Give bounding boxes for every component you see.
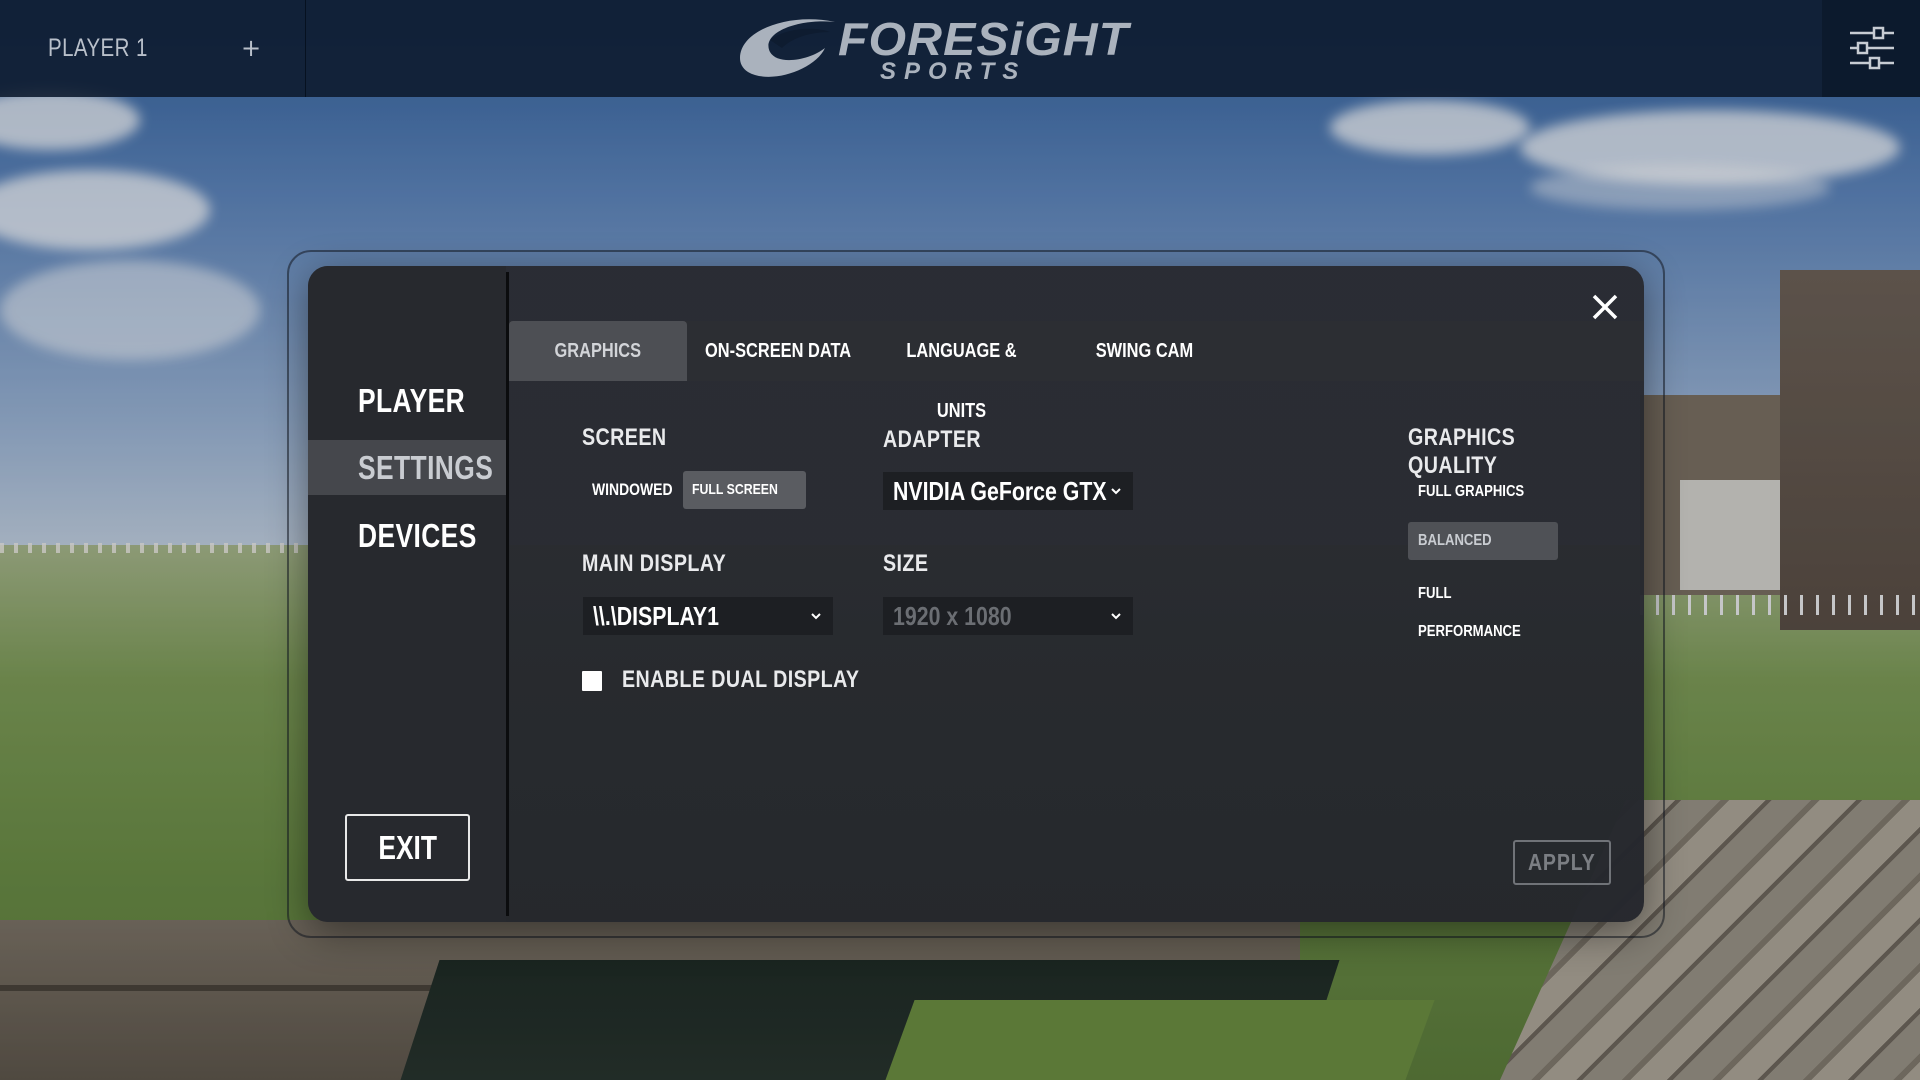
- tab-label: SWING CAM: [1095, 340, 1194, 362]
- exit-label: EXIT: [378, 829, 437, 866]
- dual-display-checkbox[interactable]: [582, 671, 602, 691]
- tab-label: ON-SCREEN DATA: [705, 340, 852, 362]
- tab-bar: GRAPHICS ON-SCREEN DATA LANGUAGE & UNITS…: [509, 321, 1644, 422]
- add-player-button[interactable]: +: [240, 33, 262, 63]
- adapter-label: ADAPTER: [883, 426, 982, 453]
- nav-item-label: PLAYER: [358, 382, 466, 419]
- sliders-icon: [1850, 26, 1894, 70]
- quality-option-full-graphics[interactable]: FULL GRAPHICS: [1408, 473, 1558, 511]
- close-button[interactable]: [1588, 290, 1622, 324]
- player-name: PLAYER 1: [48, 34, 148, 62]
- chevron-down-icon: [1111, 613, 1121, 620]
- tab-label: LANGUAGE & UNITS: [906, 340, 1017, 422]
- graphics-quality-label: GRAPHICS QUALITY: [1408, 424, 1516, 479]
- nav-item-label: SETTINGS: [358, 449, 494, 486]
- size-label: SIZE: [883, 550, 929, 577]
- apply-button[interactable]: APPLY: [1513, 840, 1611, 885]
- dual-display-label: ENABLE DUAL DISPLAY: [622, 666, 860, 693]
- screen-label: SCREEN: [582, 424, 667, 451]
- main-display-label: MAIN DISPLAY: [582, 550, 727, 577]
- main-display-value: \\.\DISPLAY1: [593, 601, 719, 631]
- logo-swirl-icon: [740, 19, 835, 77]
- tab-graphics[interactable]: GRAPHICS: [509, 321, 687, 381]
- exit-button[interactable]: EXIT: [345, 814, 470, 881]
- main-display-dropdown[interactable]: \\.\DISPLAY1: [583, 597, 833, 635]
- nav-item-settings[interactable]: SETTINGS: [308, 440, 506, 495]
- screen-option-windowed[interactable]: WINDOWED: [583, 471, 699, 509]
- side-nav: PLAYER SETTINGS DEVICES EXIT: [308, 266, 506, 922]
- tab-on-screen-data[interactable]: ON-SCREEN DATA: [687, 321, 870, 381]
- player-tab[interactable]: PLAYER 1 +: [0, 0, 306, 97]
- size-dropdown[interactable]: 1920 x 1080: [883, 597, 1133, 635]
- foresight-sports-logo: FORESiGHT SPORTS: [730, 10, 1180, 85]
- chevron-down-icon: [811, 613, 821, 620]
- settings-dialog: PLAYER SETTINGS DEVICES EXIT GRAPHICS ON…: [308, 266, 1644, 922]
- close-icon: [1592, 294, 1618, 320]
- screen-option-full-screen[interactable]: FULL SCREEN: [683, 471, 806, 509]
- quality-option-full-performance[interactable]: FULL PERFORMANCE: [1408, 575, 1558, 640]
- nav-item-player[interactable]: PLAYER: [308, 373, 506, 428]
- nav-item-devices[interactable]: DEVICES: [308, 508, 506, 563]
- quality-option-balanced[interactable]: BALANCED: [1408, 522, 1558, 560]
- logo-sub: SPORTS: [880, 58, 1027, 85]
- adapter-value: NVIDIA GeForce GTX: [893, 476, 1107, 506]
- settings-menu-button[interactable]: [1822, 0, 1920, 97]
- tab-language-units[interactable]: LANGUAGE & UNITS: [870, 321, 1053, 422]
- apply-label: APPLY: [1528, 849, 1596, 875]
- tab-swing-cam[interactable]: SWING CAM: [1053, 321, 1236, 381]
- logo-word: FORESiGHT: [838, 13, 1130, 65]
- top-bar: PLAYER 1 + FORESiGHT SPORTS: [0, 0, 1920, 97]
- adapter-dropdown[interactable]: NVIDIA GeForce GTX: [883, 472, 1133, 510]
- chevron-down-icon: [1111, 488, 1121, 495]
- nav-item-label: DEVICES: [358, 517, 477, 554]
- size-value: 1920 x 1080: [893, 601, 1012, 631]
- tab-label: GRAPHICS: [554, 340, 642, 362]
